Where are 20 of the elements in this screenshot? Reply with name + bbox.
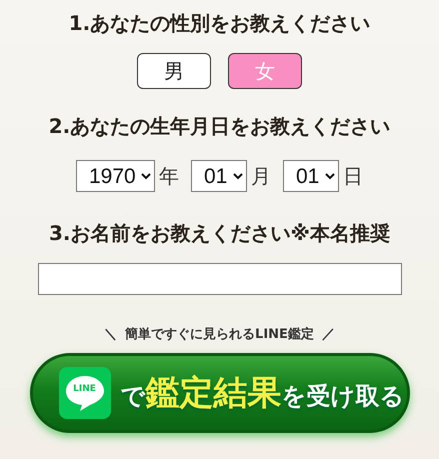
button-text: で [120,381,146,412]
date-select[interactable]: 01 [191,160,247,192]
date-unit: 月 [251,162,271,190]
slash-mark: ＼ [104,326,118,343]
slash-mark: ／ [322,326,335,343]
speech-bubble-icon [64,374,104,412]
submit-button[interactable]: LINE で鑑定結果を受け取る [30,353,410,433]
caption-text: 簡単ですぐに見られるLINE鑑定 [125,326,314,343]
name-input[interactable] [38,263,402,295]
date-unit: 日 [343,162,363,190]
question-heading: 1.あなたの性別をお教えください [68,10,370,37]
question-heading: 3.お名前をお教えください※本名推奨 [49,220,390,247]
gender-option[interactable]: 男 [137,53,211,89]
date-unit: 年 [159,162,179,190]
button-text: を受け取る [282,380,404,412]
question-heading: 2.あなたの生年月日をお教えください [48,113,390,140]
logo-text: LINE [72,384,97,394]
button-text: 鑑定結果 [146,372,282,415]
date-select[interactable]: 1970 [76,160,155,192]
date-select[interactable]: 01 [283,160,339,192]
